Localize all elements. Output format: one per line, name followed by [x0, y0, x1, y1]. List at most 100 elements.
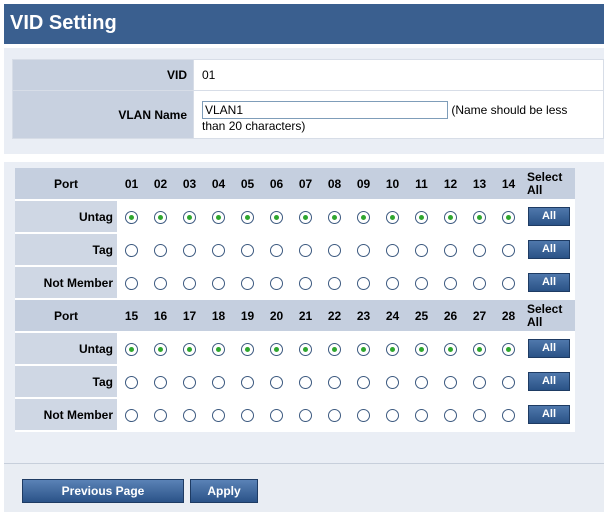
membership-radio[interactable] — [299, 342, 312, 356]
vlan-name-input[interactable] — [202, 100, 448, 119]
membership-radio[interactable] — [386, 375, 399, 389]
membership-radio[interactable] — [444, 375, 457, 389]
membership-radio[interactable] — [415, 408, 428, 422]
membership-radio[interactable] — [415, 276, 428, 290]
membership-radio[interactable] — [183, 408, 196, 422]
select-all-button[interactable]: All — [528, 240, 570, 259]
membership-radio[interactable] — [473, 375, 486, 389]
select-all-button[interactable]: All — [528, 405, 570, 424]
membership-row-label: Untag — [15, 332, 117, 366]
membership-radio[interactable] — [357, 210, 370, 224]
membership-radio[interactable] — [212, 342, 225, 356]
membership-radio[interactable] — [183, 276, 196, 290]
membership-radio[interactable] — [299, 243, 312, 257]
membership-radio[interactable] — [299, 210, 312, 224]
apply-button[interactable]: Apply — [190, 479, 258, 503]
radio-cell — [436, 365, 465, 399]
membership-radio[interactable] — [386, 210, 399, 224]
membership-radio[interactable] — [502, 408, 515, 422]
membership-radio[interactable] — [357, 342, 370, 356]
membership-radio[interactable] — [328, 375, 341, 389]
membership-radio[interactable] — [270, 375, 283, 389]
membership-radio[interactable] — [328, 408, 341, 422]
membership-radio[interactable] — [473, 408, 486, 422]
membership-radio[interactable] — [154, 210, 167, 224]
membership-radio[interactable] — [473, 276, 486, 290]
membership-radio[interactable] — [154, 342, 167, 356]
membership-radio[interactable] — [241, 210, 254, 224]
membership-radio[interactable] — [473, 210, 486, 224]
membership-radio[interactable] — [415, 342, 428, 356]
membership-radio[interactable] — [502, 375, 515, 389]
membership-radio[interactable] — [502, 276, 515, 290]
membership-radio[interactable] — [473, 342, 486, 356]
membership-radio[interactable] — [328, 342, 341, 356]
membership-radio[interactable] — [183, 243, 196, 257]
membership-radio[interactable] — [270, 210, 283, 224]
membership-radio[interactable] — [328, 243, 341, 257]
membership-radio[interactable] — [299, 276, 312, 290]
membership-radio[interactable] — [270, 276, 283, 290]
membership-radio[interactable] — [444, 243, 457, 257]
membership-radio[interactable] — [125, 210, 138, 224]
membership-radio[interactable] — [125, 408, 138, 422]
membership-radio[interactable] — [125, 276, 138, 290]
membership-radio[interactable] — [444, 276, 457, 290]
membership-radio[interactable] — [212, 408, 225, 422]
membership-radio[interactable] — [299, 375, 312, 389]
membership-radio[interactable] — [183, 210, 196, 224]
membership-radio[interactable] — [270, 243, 283, 257]
membership-radio[interactable] — [154, 243, 167, 257]
membership-radio[interactable] — [415, 210, 428, 224]
select-all-button[interactable]: All — [528, 372, 570, 391]
membership-radio[interactable] — [241, 243, 254, 257]
membership-radio[interactable] — [154, 408, 167, 422]
membership-radio[interactable] — [241, 276, 254, 290]
membership-radio[interactable] — [328, 210, 341, 224]
membership-radio[interactable] — [212, 210, 225, 224]
select-all-button[interactable]: All — [528, 273, 570, 292]
membership-radio[interactable] — [502, 243, 515, 257]
membership-radio[interactable] — [212, 243, 225, 257]
membership-radio[interactable] — [212, 276, 225, 290]
membership-radio[interactable] — [125, 375, 138, 389]
membership-radio[interactable] — [241, 342, 254, 356]
membership-radio[interactable] — [270, 342, 283, 356]
membership-radio[interactable] — [241, 408, 254, 422]
membership-radio[interactable] — [386, 276, 399, 290]
membership-radio[interactable] — [328, 276, 341, 290]
membership-radio[interactable] — [444, 342, 457, 356]
radio-cell — [262, 266, 291, 300]
membership-radio[interactable] — [183, 375, 196, 389]
membership-radio[interactable] — [502, 342, 515, 356]
select-all-button[interactable]: All — [528, 207, 570, 226]
membership-radio[interactable] — [386, 342, 399, 356]
membership-radio[interactable] — [212, 375, 225, 389]
membership-radio[interactable] — [357, 408, 370, 422]
membership-radio[interactable] — [270, 408, 283, 422]
membership-radio[interactable] — [299, 408, 312, 422]
membership-radio[interactable] — [357, 243, 370, 257]
membership-radio[interactable] — [386, 243, 399, 257]
membership-radio[interactable] — [357, 375, 370, 389]
radio-cell — [320, 233, 349, 267]
membership-radio[interactable] — [357, 276, 370, 290]
radio-cell — [494, 398, 523, 432]
radio-cell — [175, 332, 204, 366]
membership-radio[interactable] — [415, 375, 428, 389]
membership-radio[interactable] — [125, 243, 138, 257]
membership-radio[interactable] — [473, 243, 486, 257]
select-all-button[interactable]: All — [528, 339, 570, 358]
membership-radio[interactable] — [415, 243, 428, 257]
membership-radio[interactable] — [154, 375, 167, 389]
membership-radio[interactable] — [241, 375, 254, 389]
membership-radio[interactable] — [386, 408, 399, 422]
membership-radio[interactable] — [444, 408, 457, 422]
previous-page-button[interactable]: Previous Page — [22, 479, 184, 503]
membership-radio[interactable] — [125, 342, 138, 356]
select-all-cell: All — [523, 233, 575, 267]
membership-radio[interactable] — [154, 276, 167, 290]
membership-radio[interactable] — [502, 210, 515, 224]
membership-radio[interactable] — [183, 342, 196, 356]
membership-radio[interactable] — [444, 210, 457, 224]
